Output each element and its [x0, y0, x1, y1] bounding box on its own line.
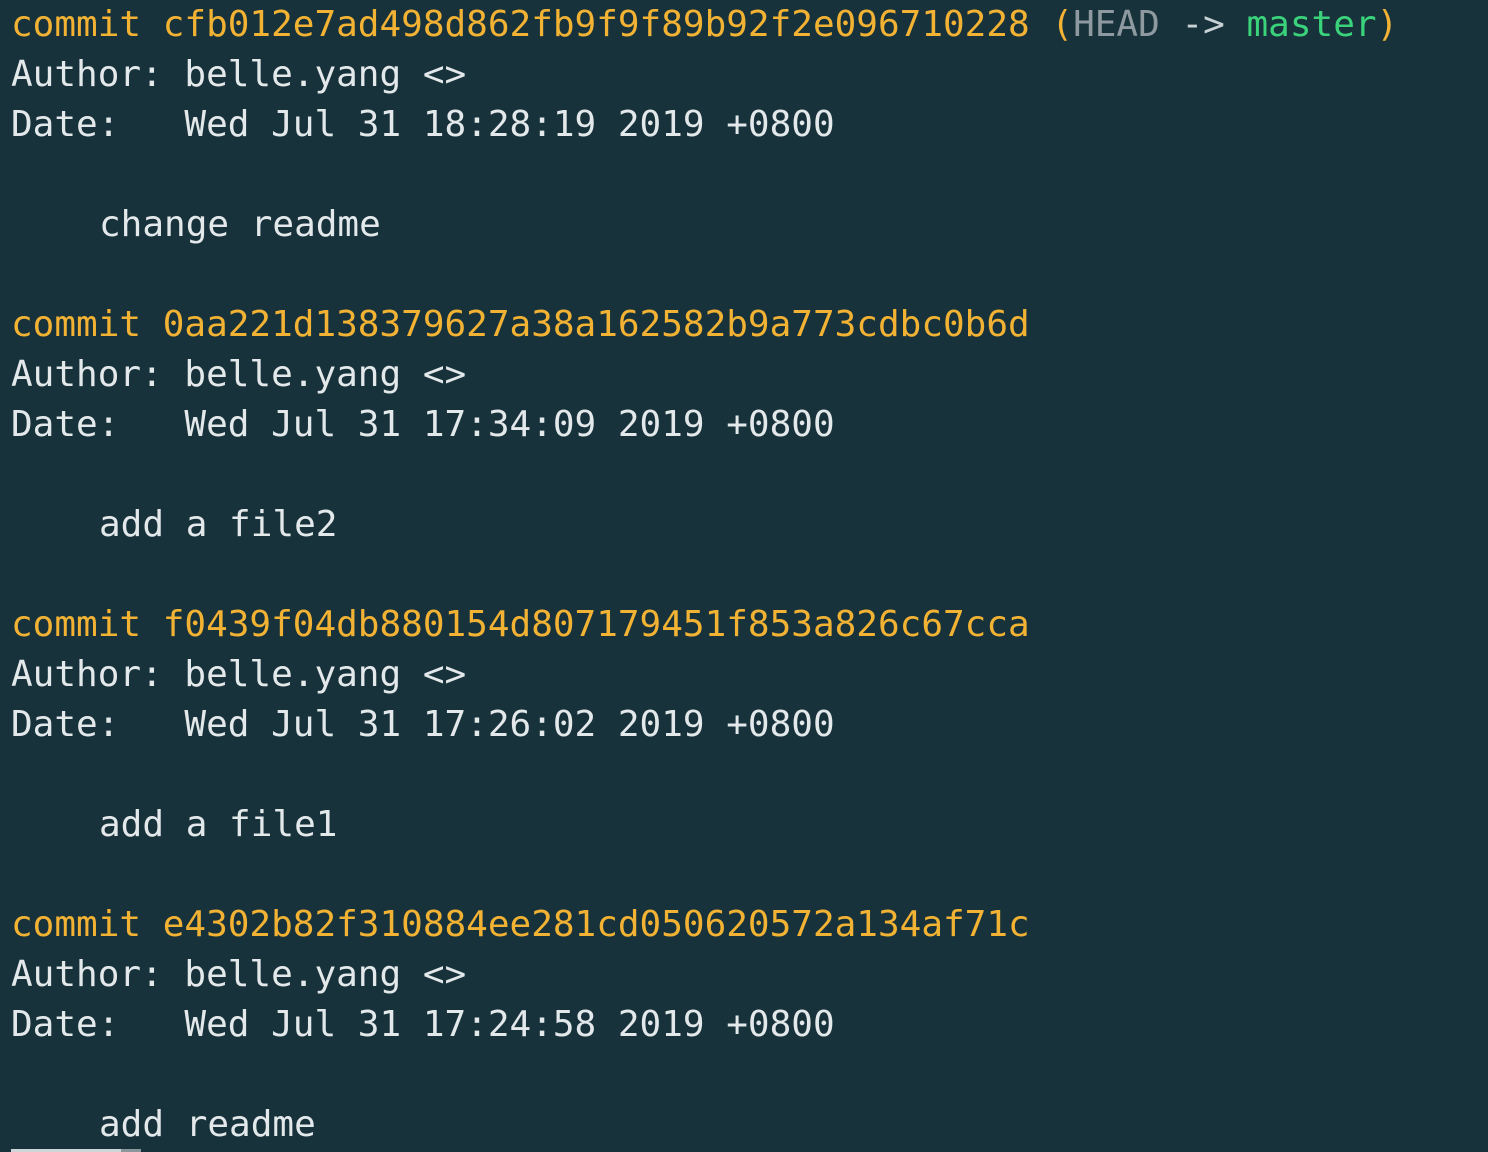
commit-keyword: commit — [11, 304, 142, 345]
ref-arrow: -> — [1181, 4, 1225, 45]
commit-date-line: Date: Wed Jul 31 17:24:58 2019 +0800 — [11, 1000, 1488, 1050]
date-label: Date: — [11, 704, 120, 745]
commit-keyword: commit — [11, 4, 142, 45]
commit-hash: e4302b82f310884ee281cd050620572a134af71c — [162, 904, 1030, 945]
commit-author-line: Author: belle.yang <> — [11, 50, 1488, 100]
date-label: Date: — [11, 404, 120, 445]
branch-ref: master — [1246, 4, 1377, 45]
commit-header: commit f0439f04db880154d807179451f853a82… — [11, 600, 1488, 650]
date-label: Date: — [11, 104, 120, 145]
date-value: Wed Jul 31 17:24:58 2019 +0800 — [184, 1004, 835, 1045]
author-label: Author: — [11, 954, 163, 995]
author-value: belle.yang <> — [184, 54, 467, 95]
commit-hash: cfb012e7ad498d862fb9f9f89b92f2e096710228 — [162, 4, 1030, 45]
date-value: Wed Jul 31 17:34:09 2019 +0800 — [184, 404, 835, 445]
ref-close-paren: ) — [1376, 4, 1399, 45]
commit-date-line: Date: Wed Jul 31 17:34:09 2019 +0800 — [11, 400, 1488, 450]
date-value: Wed Jul 31 17:26:02 2019 +0800 — [184, 704, 835, 745]
head-ref: HEAD — [1073, 4, 1160, 45]
commit-date-line: Date: Wed Jul 31 17:26:02 2019 +0800 — [11, 700, 1488, 750]
commit-message: add readme — [99, 1104, 316, 1145]
commit-author-line: Author: belle.yang <> — [11, 350, 1488, 400]
date-value: Wed Jul 31 18:28:19 2019 +0800 — [184, 104, 835, 145]
commit-keyword: commit — [11, 904, 142, 945]
commit-message: add a file1 — [99, 804, 338, 845]
commit-author-line: Author: belle.yang <> — [11, 650, 1488, 700]
author-value: belle.yang <> — [184, 654, 467, 695]
commit-date-line: Date: Wed Jul 31 18:28:19 2019 +0800 — [11, 100, 1488, 150]
commit-message: change readme — [99, 204, 381, 245]
author-label: Author: — [11, 54, 163, 95]
author-label: Author: — [11, 354, 163, 395]
commit-keyword: commit — [11, 604, 142, 645]
author-value: belle.yang <> — [184, 354, 467, 395]
ref-open-paren: ( — [1051, 4, 1074, 45]
commit-header: commit e4302b82f310884ee281cd050620572a1… — [11, 900, 1488, 950]
commit-header: commit cfb012e7ad498d862fb9f9f89b92f2e09… — [11, 0, 1488, 50]
terminal-window[interactable]: commit cfb012e7ad498d862fb9f9f89b92f2e09… — [0, 0, 1488, 1152]
date-label: Date: — [11, 1004, 120, 1045]
commit-hash: 0aa221d138379627a38a162582b9a773cdbc0b6d — [162, 304, 1030, 345]
commit-hash: f0439f04db880154d807179451f853a826c67cca — [162, 604, 1030, 645]
commit-author-line: Author: belle.yang <> — [11, 950, 1488, 1000]
commit-message: add a file2 — [99, 504, 338, 545]
commit-header: commit 0aa221d138379627a38a162582b9a773c… — [11, 300, 1488, 350]
author-value: belle.yang <> — [184, 954, 467, 995]
author-label: Author: — [11, 654, 163, 695]
